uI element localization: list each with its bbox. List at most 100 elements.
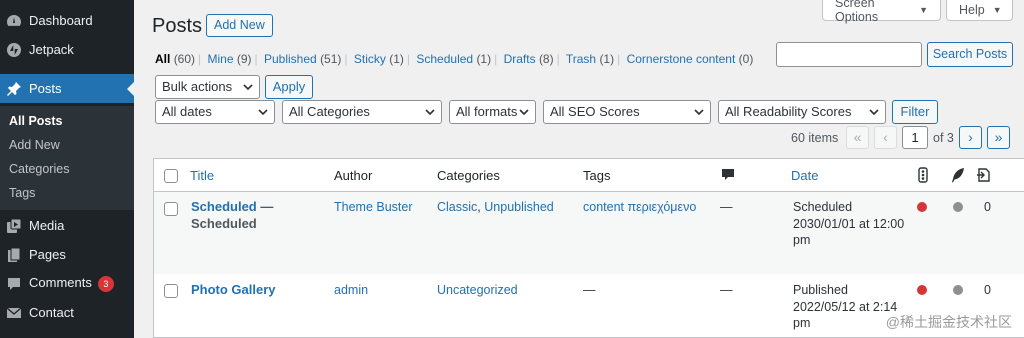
feather-quill-icon bbox=[952, 168, 964, 183]
admin-sidebar: Dashboard Jetpack Posts All Posts Add Ne… bbox=[0, 0, 134, 338]
caret-down-icon: ▼ bbox=[919, 4, 928, 15]
date-value: 2030/01/01 at 12:00 bbox=[793, 216, 905, 231]
chevron-down-icon bbox=[519, 109, 529, 116]
links-count: 0 bbox=[984, 283, 991, 297]
category-link[interactable]: Uncategorized bbox=[437, 282, 518, 299]
readability-scores-select[interactable]: All Readability Scores bbox=[718, 100, 886, 124]
prev-page-button: ‹ bbox=[874, 126, 897, 149]
help-tab[interactable]: Help ▼ bbox=[946, 0, 1013, 21]
tags-link[interactable]: content περιεχόμενο bbox=[583, 199, 696, 216]
formats-select[interactable]: All formats bbox=[449, 100, 536, 124]
tags-cell: — bbox=[583, 283, 596, 297]
comments-count-badge: 3 bbox=[97, 276, 114, 292]
author-link[interactable]: Theme Buster bbox=[334, 199, 413, 216]
screen-options-tab[interactable]: Screen Options ▼ bbox=[822, 0, 941, 24]
readability-scores-value: All Readability Scores bbox=[725, 104, 852, 119]
sidebar-label-contact: Contact bbox=[29, 305, 74, 320]
column-tags: Tags bbox=[583, 168, 611, 183]
internal-links-icon bbox=[977, 168, 990, 182]
apply-button[interactable]: Apply bbox=[265, 75, 313, 99]
readability-score-dot bbox=[953, 285, 963, 295]
column-author: Author bbox=[334, 168, 373, 183]
categories-select[interactable]: All Categories bbox=[282, 100, 442, 124]
filter-drafts[interactable]: Drafts (8) bbox=[504, 52, 554, 66]
search-posts-button[interactable]: Search Posts bbox=[927, 42, 1013, 67]
help-label: Help bbox=[959, 2, 985, 17]
next-page-button[interactable]: › bbox=[959, 126, 982, 149]
table-header: Title Author Categories Tags Date bbox=[154, 159, 1024, 192]
pin-icon bbox=[6, 81, 22, 97]
page-title: Posts bbox=[152, 15, 203, 37]
sidebar-label-comments: Comments 3 bbox=[29, 275, 114, 292]
filter-button[interactable]: Filter bbox=[892, 100, 938, 124]
column-date[interactable]: Date bbox=[791, 168, 818, 183]
formats-value: All formats bbox=[456, 104, 518, 119]
sidebar-label-posts: Posts bbox=[29, 81, 62, 96]
column-title[interactable]: Title bbox=[190, 168, 214, 183]
submenu-all-posts[interactable]: All Posts bbox=[9, 114, 63, 128]
current-page-input[interactable]: 1 bbox=[902, 126, 928, 149]
last-page-button[interactable]: » bbox=[987, 126, 1010, 149]
seo-scores-value: All SEO Scores bbox=[550, 104, 640, 119]
submenu-tags[interactable]: Tags bbox=[9, 186, 35, 200]
post-title-link[interactable]: Photo Gallery bbox=[191, 282, 276, 299]
dashboard-icon bbox=[6, 13, 22, 29]
sidebar-item-media[interactable]: Media bbox=[0, 211, 134, 240]
screen-options-label: Screen Options bbox=[835, 0, 879, 24]
readability-score-dot bbox=[953, 202, 963, 212]
media-icon bbox=[6, 218, 22, 234]
sidebar-label-pages: Pages bbox=[29, 247, 66, 262]
author-link[interactable]: admin bbox=[334, 282, 368, 299]
watermark: @稀土掘金技术社区 bbox=[885, 314, 1012, 330]
jetpack-icon bbox=[6, 42, 22, 58]
add-new-button[interactable]: Add New bbox=[206, 14, 273, 37]
traffic-light-icon bbox=[918, 167, 928, 183]
caret-down-icon: ▼ bbox=[992, 4, 1002, 15]
comment-bubble-icon[interactable] bbox=[720, 167, 736, 183]
bulk-actions-select[interactable]: Bulk actions bbox=[155, 75, 260, 99]
date-status: Published bbox=[793, 283, 848, 297]
seo-score-dot bbox=[917, 285, 927, 295]
table-row: Scheduled — Scheduled Theme Buster Class… bbox=[154, 192, 1024, 274]
posts-submenu: All Posts Add New Categories Tags bbox=[0, 106, 134, 210]
sidebar-label-jetpack: Jetpack bbox=[29, 42, 74, 57]
bulk-actions-value: Bulk actions bbox=[162, 79, 233, 94]
submenu-categories[interactable]: Categories bbox=[9, 162, 69, 176]
date-status: Scheduled bbox=[793, 200, 853, 214]
sidebar-item-contact[interactable]: Contact bbox=[0, 298, 134, 327]
posts-table: Title Author Categories Tags Date Schedu… bbox=[153, 158, 1024, 338]
select-all-checkbox[interactable] bbox=[164, 169, 178, 183]
pages-icon bbox=[6, 247, 22, 263]
post-title-link[interactable]: Scheduled bbox=[191, 199, 257, 214]
filter-mine[interactable]: Mine (9) bbox=[208, 52, 252, 66]
filter-all[interactable]: All (60) bbox=[155, 52, 195, 66]
submenu-add-new[interactable]: Add New bbox=[9, 138, 60, 152]
comments-icon bbox=[6, 276, 22, 292]
chevron-down-icon bbox=[694, 109, 704, 116]
sidebar-item-jetpack[interactable]: Jetpack bbox=[0, 35, 134, 64]
search-input[interactable] bbox=[776, 42, 922, 67]
comments-label-text: Comments bbox=[29, 275, 92, 290]
chevron-down-icon bbox=[425, 109, 435, 116]
row-checkbox[interactable] bbox=[164, 284, 178, 298]
sidebar-item-pages[interactable]: Pages bbox=[0, 240, 134, 269]
sidebar-item-posts[interactable]: Posts bbox=[0, 74, 134, 103]
categories-value: All Categories bbox=[289, 104, 370, 119]
category-link[interactable]: Unpublished bbox=[484, 200, 554, 214]
status-filters: All (60) | Mine (9) | Published (51) | Stic… bbox=[155, 52, 754, 66]
categories-cell: Classic, Unpublished bbox=[437, 200, 554, 214]
filter-trash[interactable]: Trash (1) bbox=[566, 52, 614, 66]
date-cell: Scheduled 2030/01/01 at 12:00 pm bbox=[793, 199, 913, 249]
seo-scores-select[interactable]: All SEO Scores bbox=[543, 100, 711, 124]
sidebar-item-comments[interactable]: Comments 3 bbox=[0, 269, 134, 298]
filter-published[interactable]: Published (51) bbox=[264, 52, 341, 66]
chevron-down-icon bbox=[869, 109, 879, 116]
filter-scheduled[interactable]: Scheduled (1) bbox=[416, 52, 491, 66]
category-link[interactable]: Classic bbox=[437, 200, 477, 214]
row-checkbox[interactable] bbox=[164, 202, 178, 216]
sidebar-item-dashboard[interactable]: Dashboard bbox=[0, 6, 134, 35]
filter-sticky[interactable]: Sticky (1) bbox=[354, 52, 404, 66]
dates-select[interactable]: All dates bbox=[155, 100, 275, 124]
links-count: 0 bbox=[984, 200, 991, 214]
filter-cornerstone[interactable]: Cornerstone content (0) bbox=[627, 52, 754, 66]
